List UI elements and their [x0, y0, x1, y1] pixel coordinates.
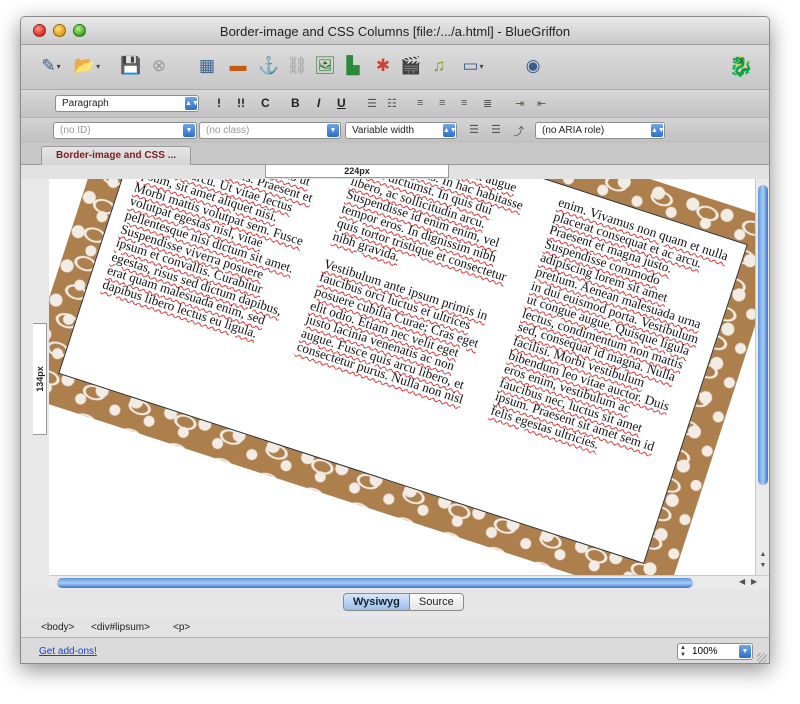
vertical-align-bottom-icon[interactable]: ☰	[491, 123, 501, 136]
table-icon[interactable]: ▦	[195, 54, 219, 78]
element-toolbar: (no ID) ▼ (no class) ▼ Variable width ▲▼…	[21, 117, 769, 143]
align-left-icon[interactable]: ≡	[417, 97, 423, 109]
form-icon[interactable]: ▬	[226, 54, 250, 78]
paint-icon[interactable]: ✱	[371, 54, 395, 78]
zoom-value: 100%	[692, 646, 718, 657]
vertical-ruler[interactable]: 134px	[33, 323, 47, 435]
wysiwyg-mode-button[interactable]: Wysiwyg	[344, 594, 409, 610]
wysiwyg-canvas[interactable]: Lorem ipsum dolor sit amet, consectetur …	[49, 179, 755, 575]
bold-button[interactable]: B	[291, 96, 300, 110]
height-ruler-label: 134px	[35, 366, 45, 392]
horizontal-ruler: 224px	[21, 165, 769, 179]
main-toolbar: ✎ ▾ 📂 ▾ 💾 ⊗ ▦ ▬ ⚓ ⛓ 🖼 ▙ ✱ 🎬 ♫ ▭ ▾ ◉ 🐉	[21, 45, 769, 89]
indent-icon[interactable]: ⇥	[515, 97, 524, 110]
scroll-up-icon[interactable]: ▲	[758, 551, 768, 561]
align-center-icon[interactable]: ≡	[439, 97, 445, 109]
chevron-down-icon: ▲▼	[651, 124, 665, 137]
very-important-button[interactable]: !!	[237, 96, 245, 110]
view-mode-switch: Wysiwyg Source	[343, 593, 464, 611]
align-justify-icon[interactable]: ≣	[483, 97, 492, 110]
scroll-left-icon[interactable]: ◀	[739, 577, 745, 586]
bullet-list-icon[interactable]: ☰	[367, 97, 377, 110]
width-select-label: Variable width	[352, 125, 415, 136]
save-icon[interactable]: 💾	[119, 54, 143, 78]
tab-document[interactable]: Border-image and CSS ...	[41, 146, 191, 165]
audio-icon[interactable]: ♫	[427, 54, 451, 78]
aria-role-label: (no ARIA role)	[542, 125, 605, 136]
chevron-down-icon: ▼	[327, 124, 339, 137]
zoom-select[interactable]: ▲ ▼ 100% ▼	[677, 643, 753, 660]
width-select[interactable]: Variable width ▲▼	[345, 122, 457, 139]
horizontal-scroll-thumb[interactable]	[57, 578, 693, 588]
open-icon[interactable]: 📂 ▾	[74, 54, 100, 78]
link-icon[interactable]: ⛓	[285, 54, 309, 78]
image-icon[interactable]: 🖼	[313, 54, 337, 78]
breadcrumb-p[interactable]: <p>	[173, 622, 190, 633]
chart-icon[interactable]: ▙	[341, 54, 365, 78]
numbered-list-icon[interactable]: ☷	[387, 97, 397, 110]
scroll-right-icon[interactable]: ▶	[751, 577, 757, 586]
zoom-stepper-icon[interactable]: ▲ ▼	[680, 645, 686, 659]
resize-grip-icon[interactable]	[757, 653, 767, 663]
class-select[interactable]: (no class) ▼	[199, 122, 341, 139]
code-button[interactable]: C	[261, 96, 270, 110]
horizontal-scrollbar[interactable]: ◀ ▶	[49, 575, 769, 589]
status-bar: Get add-ons! ▲ ▼ 100% ▼	[21, 637, 769, 663]
element-path-bar: <body> <div#lipsum> <p>	[21, 617, 769, 637]
chevron-down-icon: ▼	[183, 124, 195, 137]
breadcrumb-div[interactable]: <div#lipsum>	[91, 622, 150, 633]
paragraph-format-label: Paragraph	[62, 98, 109, 109]
bordered-column-block[interactable]: Lorem ipsum dolor sit amet, consectetur …	[49, 179, 755, 575]
window-icon[interactable]: ▭ ▾	[461, 54, 485, 78]
chevron-down-icon: ▲▼	[185, 97, 199, 110]
vertical-scroll-thumb[interactable]	[758, 185, 768, 485]
id-select-label: (no ID)	[60, 125, 91, 136]
format-toolbar: Paragraph ▲▼ ! !! C B I U ☰ ☷ ≡ ≡ ≡ ≣ ⇥ …	[21, 89, 769, 117]
paragraph-format-select[interactable]: Paragraph ▲▼	[55, 95, 199, 112]
griffon-logo-icon: 🐉	[728, 55, 754, 78]
id-select[interactable]: (no ID) ▼	[53, 122, 197, 139]
title-bar: Border-image and CSS Columns [file:/.../…	[21, 17, 769, 45]
chevron-down-icon: ▼	[739, 645, 751, 658]
aria-role-select[interactable]: (no ARIA role) ▲▼	[535, 122, 665, 139]
outdent-icon[interactable]: ⇤	[537, 97, 546, 110]
underline-button[interactable]: U	[337, 96, 346, 110]
important-button[interactable]: !	[217, 96, 221, 110]
window-title: Border-image and CSS Columns [file:/.../…	[219, 24, 571, 39]
width-ruler-label[interactable]: 224px	[265, 165, 449, 178]
video-icon[interactable]: 🎬	[399, 54, 423, 78]
view-mode-bar: Wysiwyg Source	[21, 589, 769, 613]
anchor-icon[interactable]: ⚓	[257, 54, 281, 78]
breadcrumb-body[interactable]: <body>	[41, 622, 74, 633]
app-window: Border-image and CSS Columns [file:/.../…	[20, 16, 770, 664]
class-select-label: (no class)	[206, 125, 250, 136]
new-document-icon[interactable]: ✎ ▾	[39, 54, 63, 78]
globe-icon[interactable]: ◉	[521, 54, 545, 78]
align-right-icon[interactable]: ≡	[461, 97, 467, 109]
get-addons-link[interactable]: Get add-ons!	[39, 646, 97, 657]
scroll-down-icon[interactable]: ▼	[758, 562, 768, 572]
document-tab-strip: Border-image and CSS ...	[21, 143, 769, 165]
close-document-icon[interactable]: ⊗	[147, 54, 171, 78]
vertical-scrollbar[interactable]: ▲ ▼	[755, 179, 769, 575]
italic-button[interactable]: I	[317, 96, 320, 110]
vertical-align-top-icon[interactable]: ☰	[469, 123, 479, 136]
source-mode-button[interactable]: Source	[408, 594, 463, 610]
position-icon[interactable]: ⤴	[513, 123, 524, 139]
chevron-down-icon: ▲▼	[443, 124, 457, 137]
